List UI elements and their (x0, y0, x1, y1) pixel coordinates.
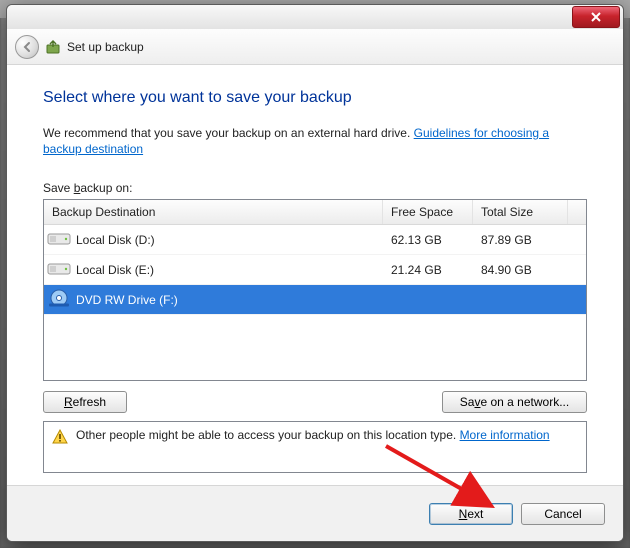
drive-row[interactable]: Local Disk (D:) 62.13 GB87.89 GB (44, 225, 586, 255)
drive-row-selected[interactable]: DVD RW Drive (F:) (44, 285, 586, 315)
arrow-left-icon (21, 41, 33, 53)
cancel-button[interactable]: Cancel (521, 503, 605, 525)
drive-name: Local Disk (D:) (76, 233, 155, 247)
hard-drive-icon (46, 228, 72, 251)
titlebar (7, 5, 623, 29)
col-destination[interactable]: Backup Destination (44, 200, 383, 224)
wizard-footer: Next Cancel (7, 485, 623, 541)
refresh-button[interactable]: Refresh (43, 391, 127, 413)
drive-name: DVD RW Drive (F:) (76, 293, 178, 307)
save-network-button[interactable]: Save on a network... (442, 391, 587, 413)
info-box: Other people might be able to access you… (43, 421, 587, 473)
backup-icon (45, 39, 61, 55)
info-text-wrap: Other people might be able to access you… (76, 428, 550, 442)
wizard-window: Set up backup Select where you want to s… (6, 4, 624, 542)
wizard-header: Set up backup (7, 29, 623, 65)
intro-text: We recommend that you save your backup o… (43, 126, 414, 140)
dvd-drive-icon (46, 288, 72, 311)
drive-row[interactable]: Local Disk (E:) 21.24 GB84.90 GB (44, 255, 586, 285)
info-text: Other people might be able to access you… (76, 428, 460, 442)
next-button[interactable]: Next (429, 503, 513, 525)
list-label: Save backup on: (43, 181, 587, 195)
drive-total: 84.90 GB (473, 263, 568, 277)
drive-name: Local Disk (E:) (76, 263, 154, 277)
more-info-link[interactable]: More information (460, 428, 550, 442)
close-icon (590, 11, 602, 23)
drive-free: 62.13 GB (383, 233, 473, 247)
wizard-content: Select where you want to save your backu… (7, 65, 623, 485)
list-header: Backup Destination Free Space Total Size (44, 200, 586, 225)
page-heading: Select where you want to save your backu… (43, 89, 587, 107)
drive-free: 21.24 GB (383, 263, 473, 277)
wizard-title: Set up backup (67, 40, 144, 54)
drive-total: 87.89 GB (473, 233, 568, 247)
page-intro: We recommend that you save your backup o… (43, 125, 587, 157)
back-button[interactable] (15, 35, 39, 59)
hard-drive-icon (46, 258, 72, 281)
col-free-space[interactable]: Free Space (383, 200, 473, 224)
drive-list[interactable]: Backup Destination Free Space Total Size… (43, 199, 587, 381)
warning-icon (52, 429, 68, 445)
close-button[interactable] (572, 6, 620, 28)
col-total-size[interactable]: Total Size (473, 200, 568, 224)
